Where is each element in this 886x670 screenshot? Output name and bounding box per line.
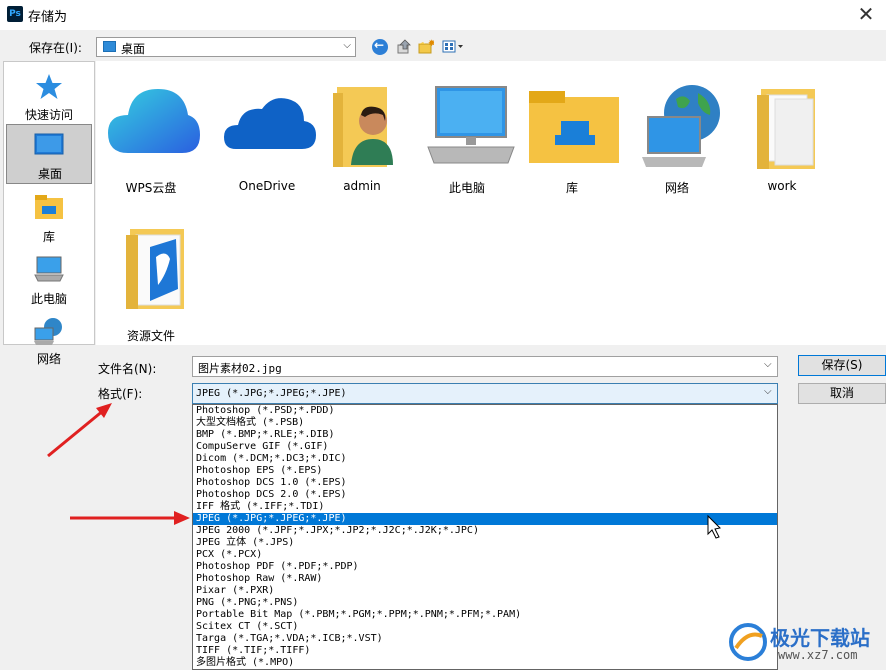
watermark-icon: [729, 623, 767, 661]
watermark-url: www.xz7.com: [778, 648, 858, 662]
watermark-title: 极光下载站: [770, 626, 870, 650]
annotation-overlay: [47, 403, 722, 539]
annotation-arrow-icon: [70, 511, 190, 525]
mouse-cursor-icon: [707, 514, 722, 539]
annotation-arrow-icon: [47, 403, 112, 458]
watermark-logo: 极光下载站 www.xz7.com: [718, 618, 886, 670]
